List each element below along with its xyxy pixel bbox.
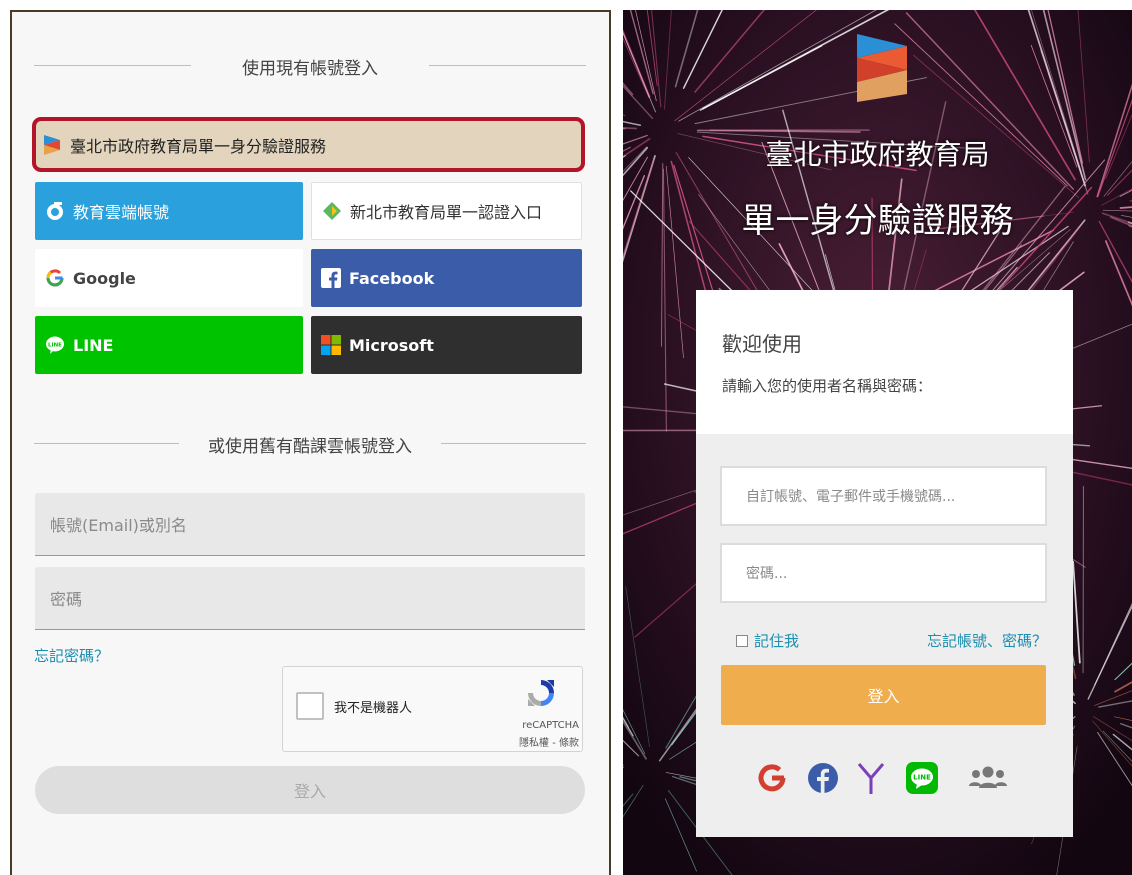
- ntpc-leaf-icon: [323, 202, 341, 220]
- left-login-panel: 使用現有帳號登入 臺北市政府教育局單一身分驗證服務 教育雲端帳號 新北市教育局單…: [10, 10, 611, 875]
- remember-me-checkbox[interactable]: 記住我: [736, 630, 799, 651]
- line-login-icon[interactable]: LINE: [902, 758, 942, 798]
- password-input[interactable]: 密碼: [35, 567, 585, 630]
- ntpc-label: 新北市教育局單一認證入口: [350, 203, 543, 222]
- group-icon: [969, 766, 1007, 788]
- service-title-line1: 臺北市政府教育局: [765, 138, 990, 171]
- svg-text:LINE: LINE: [48, 343, 62, 349]
- forgot-account-password-link[interactable]: 忘記帳號、密碼？: [927, 630, 1047, 651]
- recaptcha-privacy-terms-link[interactable]: 隱私權 - 條款: [519, 734, 579, 749]
- recaptcha-checkbox[interactable]: [296, 692, 324, 720]
- edu-cloud-login-button[interactable]: 教育雲端帳號: [35, 182, 303, 240]
- google-login-button[interactable]: Google: [35, 249, 303, 307]
- facebook-login-icon[interactable]: [803, 758, 843, 798]
- line-icon: LINE: [46, 336, 64, 354]
- edu-cloud-icon: [47, 202, 63, 220]
- forgot-password-link[interactable]: 忘記密碼？: [34, 645, 109, 666]
- service-title-line2: 單一身分驗證服務: [741, 201, 1014, 241]
- google-icon: [758, 764, 786, 792]
- recaptcha-widget: 我不是機器人 reCAPTCHA 隱私權 - 條款: [282, 666, 583, 752]
- login-submit-button[interactable]: 登入: [35, 766, 585, 814]
- svg-text:LINE: LINE: [913, 774, 931, 782]
- taipei-sso-button[interactable]: 臺北市政府教育局單一身分驗證服務: [32, 117, 585, 172]
- ntpc-login-button[interactable]: 新北市教育局單一認證入口: [311, 182, 582, 240]
- edu-cloud-label: 教育雲端帳號: [73, 203, 170, 222]
- existing-account-divider: 使用現有帳號登入: [34, 55, 586, 79]
- taipei-edu-emblem-icon: [857, 34, 907, 102]
- recaptcha-label: 我不是機器人: [334, 701, 413, 716]
- line-label: LINE: [73, 335, 114, 355]
- group-login-icon[interactable]: [965, 758, 1011, 798]
- line-login-button[interactable]: LINE LINE: [35, 316, 303, 374]
- line-icon: LINE: [906, 762, 938, 794]
- facebook-icon: [808, 763, 838, 793]
- login-card: 歡迎使用 請輸入您的使用者名稱與密碼： 自訂帳號、電子郵件或手機號碼... 密碼…: [696, 290, 1073, 837]
- login-submit-button[interactable]: 登入: [721, 665, 1046, 725]
- sso-button-label: 臺北市政府教育局單一身分驗證服務: [70, 136, 327, 156]
- recaptcha-brand: reCAPTCHA: [522, 720, 579, 731]
- google-login-icon[interactable]: [752, 758, 792, 798]
- microsoft-icon: [321, 335, 341, 355]
- legacy-account-divider: 或使用舊有酷課雲帳號登入: [34, 433, 586, 457]
- yahoo-login-icon[interactable]: [851, 758, 891, 798]
- login-instruction: 請輸入您的使用者名稱與密碼：: [722, 377, 933, 395]
- account-input[interactable]: 帳號(Email)或別名: [35, 493, 585, 556]
- username-input[interactable]: 自訂帳號、電子郵件或手機號碼...: [720, 466, 1047, 526]
- facebook-label: Facebook: [349, 268, 435, 288]
- facebook-icon: [321, 268, 341, 288]
- welcome-heading: 歡迎使用: [722, 332, 802, 356]
- taipei-edu-logo-icon: [44, 134, 60, 155]
- yahoo-icon: [857, 763, 885, 794]
- facebook-login-button[interactable]: Facebook: [311, 249, 582, 307]
- microsoft-login-button[interactable]: Microsoft: [311, 316, 582, 374]
- login-card-header: 歡迎使用 請輸入您的使用者名稱與密碼：: [696, 290, 1073, 434]
- section-title-existing-account: 使用現有帳號登入: [242, 59, 378, 79]
- microsoft-label: Microsoft: [349, 335, 434, 355]
- google-g-icon: [46, 269, 64, 287]
- section-title-legacy-account: 或使用舊有酷課雲帳號登入: [208, 437, 412, 457]
- right-login-panel: 臺北市政府教育局 單一身分驗證服務 歡迎使用 請輸入您的使用者名稱與密碼： 自訂…: [623, 10, 1132, 875]
- checkbox-box[interactable]: [736, 634, 748, 647]
- google-label: Google: [73, 268, 136, 288]
- password-input[interactable]: 密碼...: [720, 543, 1047, 603]
- remember-me-label: 記住我: [754, 632, 800, 650]
- recaptcha-logo-icon: [528, 680, 554, 706]
